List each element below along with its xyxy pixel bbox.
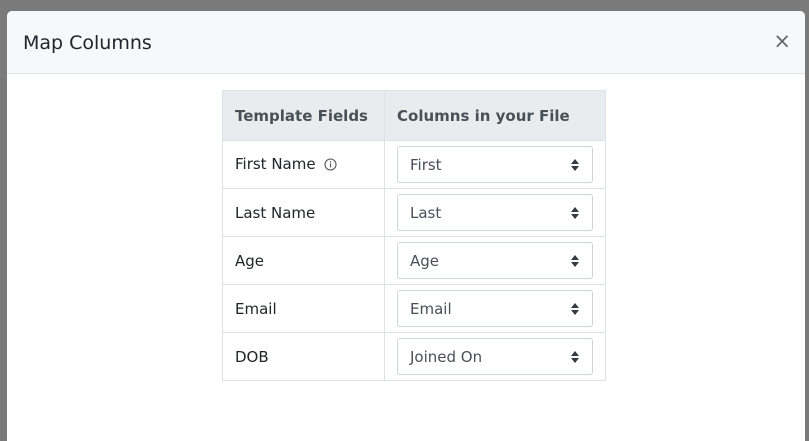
chevron-up-down-icon [571, 351, 579, 363]
field-label: DOB [235, 347, 269, 366]
select-value: First [410, 156, 442, 174]
chevron-up-down-icon [571, 159, 579, 171]
table-row: DOB Joined On [222, 332, 606, 381]
select-value: Joined On [410, 348, 483, 366]
column-select[interactable]: Last [397, 194, 593, 231]
column-mapping-table: Template Fields Columns in your File Fir… [222, 90, 606, 381]
select-cell: Email [384, 284, 606, 333]
field-cell: Last Name [222, 188, 385, 237]
modal-title: Map Columns [23, 32, 152, 54]
chevron-up-down-icon [571, 255, 579, 267]
field-cell: DOB [222, 332, 385, 381]
table-row: Email Email [222, 284, 606, 333]
modal-header: Map Columns × [7, 11, 805, 74]
info-circle-icon[interactable] [324, 157, 337, 175]
header-file-columns: Columns in your File [384, 90, 606, 141]
select-cell: First [384, 140, 606, 189]
column-select[interactable]: First [397, 146, 593, 183]
field-cell: First Name [222, 140, 385, 189]
select-cell: Last [384, 188, 606, 237]
field-cell: Email [222, 284, 385, 333]
table-row: First Name First [222, 140, 606, 189]
chevron-up-down-icon [571, 207, 579, 219]
select-value: Age [410, 252, 440, 270]
field-label: Email [235, 299, 277, 318]
column-select[interactable]: Joined On [397, 338, 593, 375]
select-cell: Age [384, 236, 606, 285]
field-label: Last Name [235, 203, 316, 222]
column-select[interactable]: Email [397, 290, 593, 327]
select-cell: Joined On [384, 332, 606, 381]
table-row: Last Name Last [222, 188, 606, 237]
table-row: Age Age [222, 236, 606, 285]
field-cell: Age [222, 236, 385, 285]
column-select[interactable]: Age [397, 242, 593, 279]
chevron-up-down-icon [571, 303, 579, 315]
field-label: First Name [235, 154, 316, 173]
table-header-row: Template Fields Columns in your File [222, 90, 606, 141]
close-button[interactable]: × [773, 31, 791, 52]
select-value: Last [410, 204, 442, 222]
field-label: Age [235, 251, 265, 270]
header-template-fields: Template Fields [222, 90, 385, 141]
map-columns-modal: Map Columns × Template Fields Columns in… [7, 11, 805, 441]
select-value: Email [410, 300, 452, 318]
